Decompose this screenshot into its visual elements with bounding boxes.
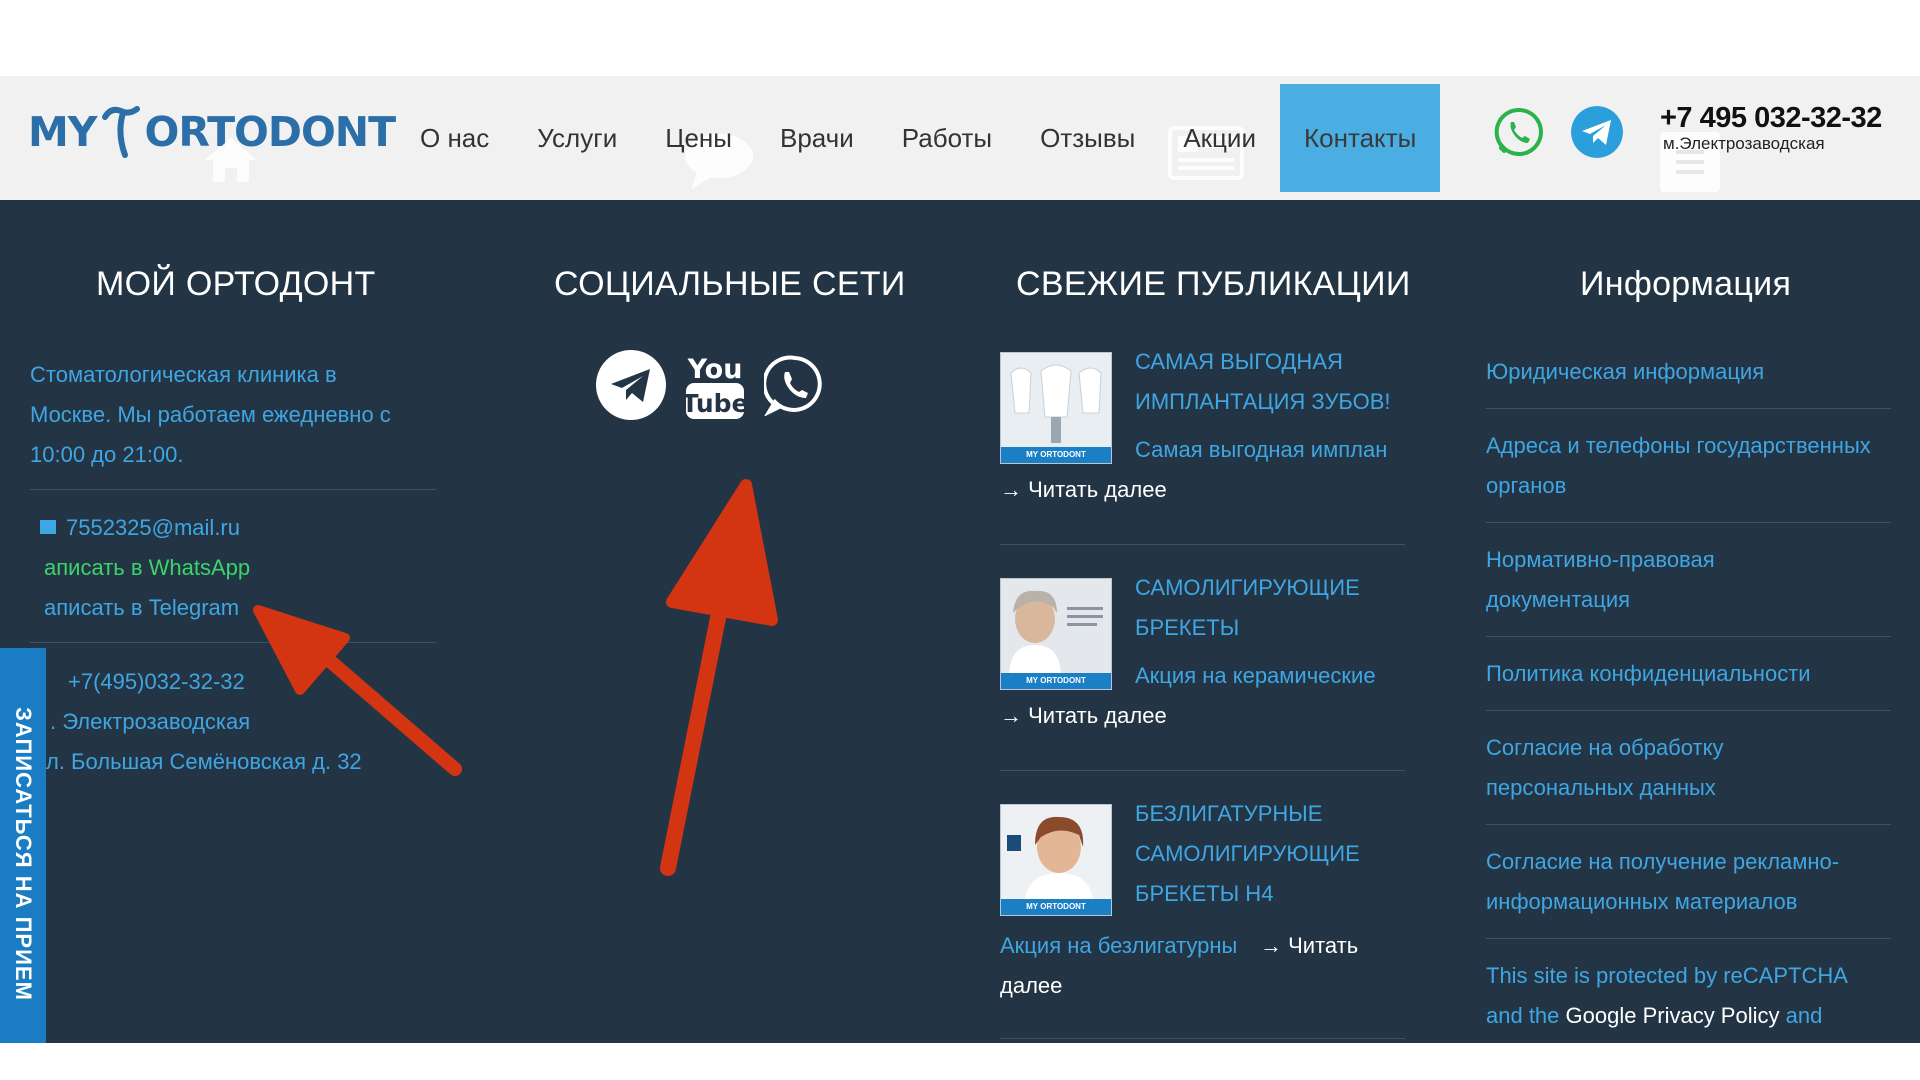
header-phone[interactable]: +7 495 032-32-32 [1660,102,1882,135]
header-metro: м.Электрозаводская [1663,134,1825,153]
site-footer: МОЙ ОРТОДОНТ Стоматологическая клиника в… [0,200,1920,1060]
logo-text-ortodont: ORTODONT [144,108,397,156]
nav-services[interactable]: Услуги [537,123,617,154]
nav-contacts[interactable]: Контакты [1279,84,1441,192]
nav-promotions[interactable]: Акции [1183,123,1256,154]
top-white-strip [0,0,1920,76]
nav-reviews[interactable]: Отзывы [1040,123,1135,154]
whatsapp-icon[interactable] [1493,106,1545,158]
telegram-icon[interactable] [1571,106,1623,158]
arrow-annotation [253,479,778,876]
bottom-white-strip [0,1043,1920,1080]
nav-about[interactable]: О нас [420,123,489,154]
logo-smile-icon [99,103,143,161]
nav-works[interactable]: Работы [902,123,992,154]
nav-doctors[interactable]: Врачи [780,123,854,154]
logo-text-my: MY [28,108,97,156]
main-nav: О нас Услуги Цены Врачи Работы Отзывы Ак… [420,76,1441,200]
site-header: MY ORTODONT О нас Услуги Цены Врачи Рабо… [0,76,1920,200]
home-icon [205,138,257,182]
nav-prices[interactable]: Цены [665,123,732,154]
